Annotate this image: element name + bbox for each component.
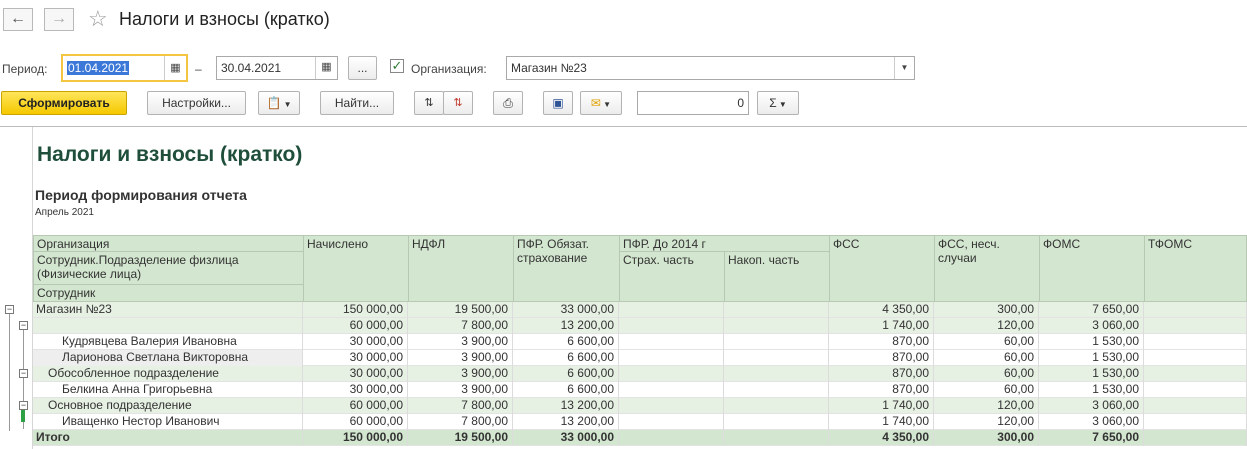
- header-division: Сотрудник.Подразделение физлица (Физичес…: [33, 251, 304, 285]
- header-pfr-2014: ПФР. До 2014 г: [619, 235, 830, 252]
- table-row[interactable]: 60 000,00 7 800,00 13 200,00 1 740,00 12…: [33, 318, 1247, 334]
- header-pfr-accum: Накоп. часть: [724, 251, 830, 302]
- chevron-down-icon: ▼: [281, 100, 292, 109]
- favorite-star-icon[interactable]: ☆: [88, 6, 108, 32]
- generate-button[interactable]: Сформировать: [1, 91, 127, 115]
- send-email-button[interactable]: ✉ ▼: [580, 91, 622, 115]
- org-label: Организация:: [411, 62, 487, 76]
- header-fss: ФСС: [829, 235, 935, 302]
- table-row[interactable]: Иващенко Нестор Иванович 60 000,00 7 800…: [33, 414, 1247, 430]
- sum-field: 0: [637, 91, 749, 115]
- table-row[interactable]: Основное подразделение 60 000,00 7 800,0…: [33, 398, 1247, 414]
- back-button[interactable]: ←: [3, 8, 33, 31]
- date-to-value: 30.04.2021: [221, 61, 282, 75]
- collapse-icon[interactable]: −: [19, 401, 28, 410]
- table-row[interactable]: Белкина Анна Григорьевна 30 000,00 3 900…: [33, 382, 1247, 398]
- sigma-icon: Σ: [769, 96, 777, 110]
- header-foms: ФОМС: [1039, 235, 1145, 302]
- date-from-value: 01.04.2021: [67, 61, 130, 75]
- arrow-left-icon: ←: [10, 10, 26, 27]
- sort-asc-button[interactable]: ⇅: [414, 91, 444, 115]
- chevron-down-icon: ▼: [776, 100, 787, 109]
- variants-button[interactable]: 📋 ▼: [258, 91, 300, 115]
- window-title: Налоги и взносы (кратко): [119, 9, 330, 29]
- calendar-icon[interactable]: ▦: [315, 57, 337, 79]
- period-dash: –: [195, 62, 202, 76]
- forward-button[interactable]: →: [44, 8, 74, 31]
- header-fss-accidents: ФСС, несч. случаи: [934, 235, 1040, 302]
- collapse-icon[interactable]: −: [19, 369, 28, 378]
- chevron-down-icon: ▼: [600, 100, 612, 109]
- sum-mode-button[interactable]: Σ ▼: [757, 91, 799, 115]
- save-button[interactable]: ▣: [543, 91, 573, 115]
- report-title: Налоги и взносы (кратко): [37, 143, 303, 166]
- table-row[interactable]: Ларионова Светлана Викторовна 30 000,00 …: [33, 350, 1247, 366]
- print-button[interactable]: ⎙: [493, 91, 523, 115]
- collapse-icon[interactable]: −: [5, 305, 14, 314]
- date-to-field[interactable]: 30.04.2021 ▦: [216, 56, 338, 80]
- header-org: Организация: [33, 235, 304, 252]
- floppy-disk-icon: ▣: [552, 96, 564, 110]
- calendar-icon[interactable]: ▦: [164, 56, 186, 80]
- header-ndfl: НДФЛ: [408, 235, 514, 302]
- checkmark-icon: ✓: [391, 58, 403, 73]
- period-select-button[interactable]: ...: [348, 56, 377, 80]
- clipboard-icon: 📋: [266, 96, 282, 110]
- date-from-field[interactable]: 01.04.2021 ▦: [61, 54, 188, 82]
- tree-line: [9, 313, 10, 431]
- settings-button[interactable]: Настройки...: [147, 91, 246, 115]
- header-tfoms: ТФОМС: [1144, 235, 1247, 302]
- collapse-icon[interactable]: −: [19, 321, 28, 330]
- sort-desc-icon: ⇅: [453, 97, 463, 109]
- header-accrued: Начислено: [303, 235, 409, 302]
- table-row[interactable]: Обособленное подразделение 30 000,00 3 9…: [33, 366, 1247, 382]
- table-row[interactable]: Магазин №23 150 000,00 19 500,00 33 000,…: [33, 302, 1247, 318]
- header-pfr-mandatory: ПФР. Обязат. страхование: [513, 235, 620, 302]
- sort-asc-icon: ⇅: [424, 97, 434, 109]
- envelope-icon: ✉: [590, 96, 601, 110]
- report-period: Апрель 2021: [35, 207, 94, 218]
- header-employee: Сотрудник: [33, 284, 304, 302]
- arrow-right-icon: →: [51, 10, 67, 27]
- org-value: Магазин №23: [511, 61, 587, 75]
- sort-desc-button[interactable]: ⇅: [443, 91, 473, 115]
- report-area[interactable]: Налоги и взносы (кратко) Период формиров…: [0, 126, 1247, 449]
- grouping-gutter: [0, 127, 33, 449]
- total-row[interactable]: Итого 150 000,00 19 500,00 33 000,00 4 3…: [33, 430, 1247, 446]
- current-row-marker: [21, 410, 25, 422]
- org-field[interactable]: Магазин №23 ▼: [506, 56, 915, 80]
- table-row[interactable]: Кудрявцева Валерия Ивановна 30 000,00 3 …: [33, 334, 1247, 350]
- find-button[interactable]: Найти...: [320, 91, 394, 115]
- dropdown-arrow-icon[interactable]: ▼: [894, 57, 914, 79]
- header-pfr-insurance: Страх. часть: [619, 251, 725, 302]
- org-checkbox[interactable]: ✓: [390, 59, 404, 73]
- printer-icon: ⎙: [503, 96, 513, 110]
- report-subtitle: Период формирования отчета: [35, 187, 247, 203]
- period-label: Период:: [2, 62, 48, 76]
